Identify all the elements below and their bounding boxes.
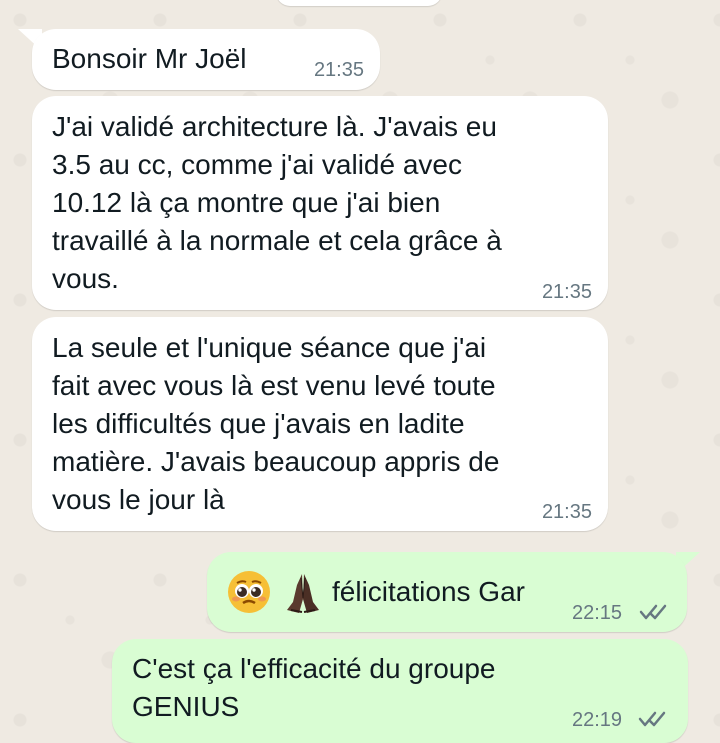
message-text: félicitations Gar bbox=[332, 576, 525, 607]
message-text: C'est ça l'efficacité du groupe GENIUS bbox=[132, 653, 496, 722]
message-timestamp: 21:35 bbox=[313, 59, 364, 81]
message-text: La seule et l'unique séance que j'ai fai… bbox=[52, 332, 500, 515]
double-check-icon bbox=[638, 711, 666, 727]
message-text: Bonsoir Mr Joël bbox=[52, 43, 247, 74]
message-timestamp: 21:35 bbox=[541, 501, 592, 523]
folded-hands-icon bbox=[287, 574, 319, 613]
double-check-icon bbox=[639, 604, 667, 620]
pleading-face-icon bbox=[228, 571, 270, 613]
message-text: J'ai validé architecture là. J'avais eu … bbox=[52, 111, 502, 294]
message-timestamp: 22:15 bbox=[572, 602, 623, 624]
incoming-message-bubble[interactable]: La seule et l'unique séance que j'ai fai… bbox=[32, 317, 608, 531]
message-timestamp: 22:19 bbox=[572, 709, 623, 731]
incoming-message-bubble[interactable]: J'ai validé architecture là. J'avais eu … bbox=[32, 96, 608, 310]
outgoing-message-bubble[interactable]: C'est ça l'efficacité du groupe GENIUS 2… bbox=[112, 639, 688, 743]
incoming-message-bubble[interactable]: Bonsoir Mr Joël 21:35 bbox=[32, 29, 380, 90]
partial-message-bubble[interactable] bbox=[276, 0, 442, 6]
message-timestamp: 21:35 bbox=[541, 281, 592, 303]
outgoing-message-bubble[interactable]: félicitations Gar 22:15 bbox=[207, 552, 687, 632]
